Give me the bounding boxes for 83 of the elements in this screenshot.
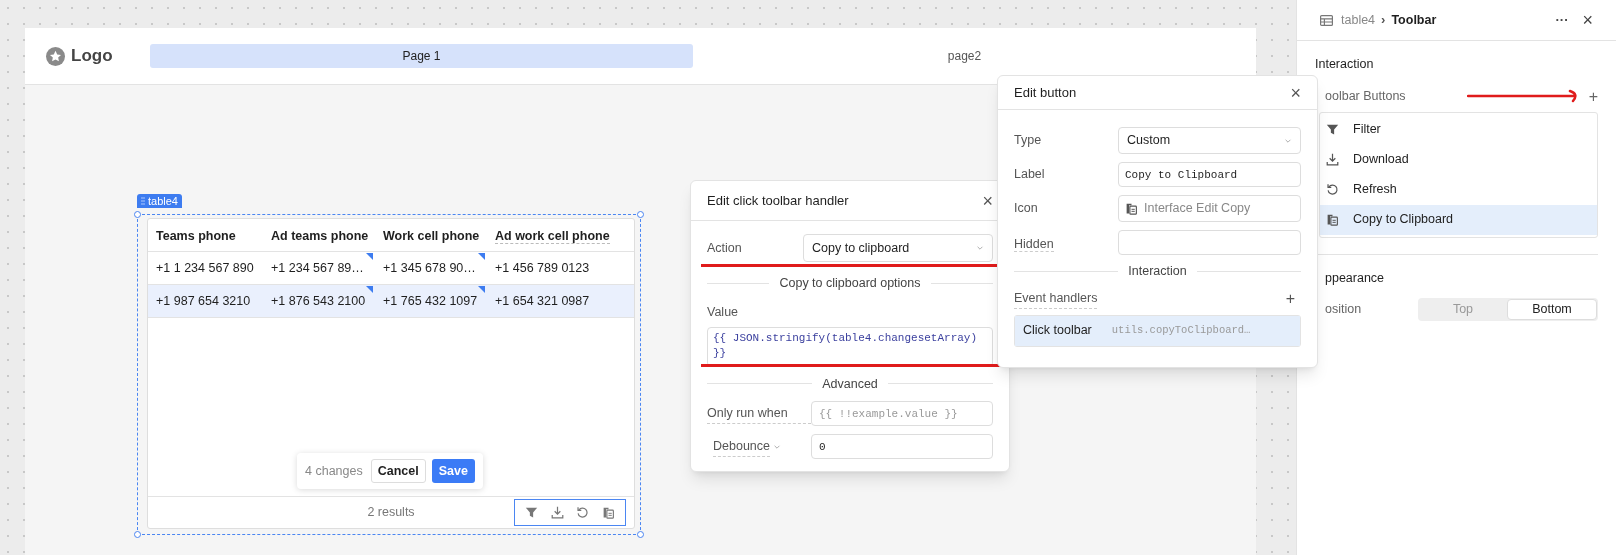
filter-icon <box>1326 123 1339 137</box>
more-button[interactable]: ··· <box>1555 10 1569 30</box>
results-count: 2 results <box>367 504 415 522</box>
icon-picker[interactable]: Interface Edit Copy <box>1118 195 1301 222</box>
section-heading: ppearance <box>1324 269 1386 287</box>
component-badge[interactable]: table4 <box>137 194 182 208</box>
segment-option[interactable]: Bottom <box>1507 298 1597 320</box>
type-select[interactable]: Custom <box>1118 127 1301 154</box>
field-label: Label <box>1014 166 1046 184</box>
close-button[interactable]: × <box>982 191 993 210</box>
action-select[interactable]: Copy to clipboard <box>803 234 993 262</box>
label-input[interactable]: Copy to Clipboard <box>1118 162 1301 187</box>
debounce-input[interactable]: 0 <box>811 434 993 460</box>
nav-tab[interactable]: page2 <box>693 44 1236 68</box>
toolbar-button[interactable] <box>525 506 539 519</box>
dialog-title: Edit click toolbar handler <box>707 191 849 210</box>
field-label: oolbar Buttons <box>1324 88 1406 106</box>
breadcrumb-link[interactable]: table4 <box>1341 10 1376 30</box>
field-label: Type <box>1014 132 1043 150</box>
logo-text: Logo <box>71 45 113 68</box>
field-label: Icon <box>1014 200 1039 218</box>
field-label: Value <box>707 303 740 321</box>
toolbar-button-item[interactable]: Download <box>1320 144 1597 175</box>
refresh-icon <box>1326 183 1339 197</box>
condition-input[interactable]: {{ !!example.value }} <box>811 401 993 427</box>
add-button[interactable]: + <box>1588 88 1598 105</box>
download-icon <box>550 506 564 519</box>
toolbar-button-item[interactable]: Refresh <box>1320 174 1597 205</box>
table-cell-text: +1 654 321 0987 <box>495 292 590 310</box>
copy-icon <box>1125 202 1138 215</box>
column-header[interactable]: Ad work cell phone <box>495 229 610 244</box>
table-cell-text: +1 1 234 567 890 <box>156 259 254 277</box>
debounce-dropdown[interactable]: Debounce <box>713 436 770 457</box>
save-button[interactable]: Save <box>431 459 475 483</box>
breadcrumb-separator: › <box>1381 11 1386 30</box>
column-header[interactable]: Ad teams phone <box>271 229 369 243</box>
table-row[interactable]: +1 987 654 3210 +1 876 543 2100 +1 765 432 1097 +1 654 321 0987 <box>148 285 634 318</box>
add-button[interactable]: + <box>1285 290 1295 307</box>
toolbar-button[interactable] <box>576 506 590 519</box>
event-handler-row[interactable]: Click toolbar utils.copyToClipboard… <box>1015 315 1300 346</box>
table-cell-text: +1 345 678 90… <box>383 259 476 277</box>
table-cell-text: +1 765 432 1097 <box>383 292 478 310</box>
table-cell-text: +1 456 789 0123 <box>495 259 590 277</box>
table-cell-text: +1 234 567 89… <box>271 259 364 277</box>
field-label[interactable]: Hidden <box>1014 236 1054 252</box>
resize-handle[interactable] <box>134 531 141 538</box>
field-label[interactable]: Event handlers <box>1014 288 1098 309</box>
table-icon <box>1320 14 1333 26</box>
toolbar-button-item[interactable]: Copy to Clipboard <box>1320 204 1597 235</box>
resize-handle[interactable] <box>637 211 644 218</box>
field-label: osition <box>1324 300 1362 318</box>
copy-icon <box>1326 213 1339 227</box>
changes-count: 4 changes <box>305 462 363 480</box>
cancel-button[interactable]: Cancel <box>370 459 426 483</box>
copy-icon <box>601 506 615 519</box>
close-button[interactable]: × <box>1290 83 1301 102</box>
column-header[interactable]: Work cell phone <box>383 229 480 243</box>
field-label: Action <box>707 239 743 257</box>
column-header[interactable]: Teams phone <box>156 229 236 243</box>
resize-handle[interactable] <box>637 531 644 538</box>
section-heading: Copy to clipboard options <box>779 275 921 292</box>
section-heading: Advanced <box>822 375 878 393</box>
toolbar-button[interactable] <box>550 506 564 519</box>
star-logo-icon <box>46 46 65 66</box>
dialog-title: Edit button <box>1014 83 1077 102</box>
table-cell-text: +1 876 543 2100 <box>271 292 366 310</box>
hidden-input[interactable] <box>1118 230 1301 255</box>
chevron-icon <box>976 244 984 252</box>
toolbar-button[interactable] <box>601 506 615 519</box>
close-button[interactable]: × <box>1582 11 1593 29</box>
section-heading: Interaction <box>1315 56 1375 73</box>
table-row[interactable]: +1 1 234 567 890 +1 234 567 89… +1 345 678 90… +1 456 789 0123 <box>148 252 634 285</box>
field-label[interactable]: Only run when <box>707 403 811 424</box>
resize-handle[interactable] <box>134 211 141 218</box>
section-heading: Interaction <box>1128 263 1187 280</box>
toolbar-button-item[interactable]: Filter <box>1320 114 1597 145</box>
download-icon <box>1326 153 1339 167</box>
nav-tab[interactable]: Page 1 <box>150 44 693 68</box>
breadcrumb-current: Toolbar <box>1391 11 1437 29</box>
filter-icon <box>525 506 539 519</box>
drag-handle-icon <box>141 197 145 205</box>
table-cell-text: +1 987 654 3210 <box>156 292 251 310</box>
refresh-icon <box>576 506 590 519</box>
